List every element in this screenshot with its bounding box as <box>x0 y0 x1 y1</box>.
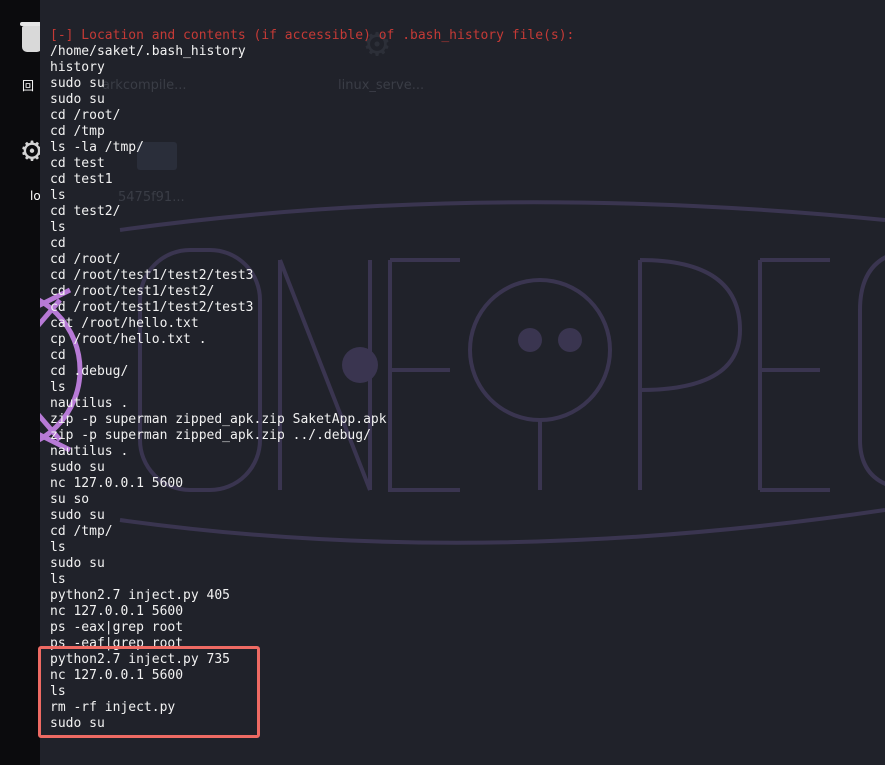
history-line: sudo su <box>50 508 105 523</box>
history-line: su so <box>50 492 90 507</box>
history-line: cd /root/ <box>50 252 121 267</box>
history-line: cat /root/hello.txt <box>50 316 199 331</box>
history-line: cd .debug/ <box>50 364 129 379</box>
history-line: cd <box>50 236 66 251</box>
history-line: ls -la /tmp/ <box>50 140 144 155</box>
desktop-strip: 回 ⚙ lo <box>0 0 44 765</box>
history-line: cd <box>50 348 66 363</box>
history-line: cd test1 <box>50 172 113 187</box>
history-line: cd /tmp <box>50 124 105 139</box>
history-line: history <box>50 60 105 75</box>
history-line: zip -p superman zipped_apk.zip SaketApp.… <box>50 412 387 427</box>
history-line: ls <box>50 380 66 395</box>
history-line: sudo su <box>50 460 105 475</box>
history-line: zip -p superman zipped_apk.zip ../.debug… <box>50 428 371 443</box>
trash-icon-label: 回 <box>22 79 35 93</box>
history-line: ls <box>50 540 66 555</box>
history-line: cd /root/ <box>50 108 121 123</box>
history-line: cd /root/test1/test2/test3 <box>50 300 254 315</box>
history-line: cd /root/test1/test2/ <box>50 284 215 299</box>
history-line: python2.7 inject.py 405 <box>50 588 231 603</box>
history-line: ls <box>50 188 66 203</box>
history-line: cd /root/test1/test2/test3 <box>50 268 254 283</box>
section-header: [-] Location and contents (if accessible… <box>50 28 575 43</box>
highlight-annotation-box <box>38 646 260 738</box>
history-line: /home/saket/.bash_history <box>50 44 246 59</box>
history-line: nautilus . <box>50 444 129 459</box>
history-line: cd test <box>50 156 105 171</box>
history-line: cd /tmp/ <box>50 524 113 539</box>
history-line: sudo su <box>50 76 105 91</box>
history-line: ls <box>50 572 66 587</box>
history-line: nautilus . <box>50 396 129 411</box>
history-line: ls <box>50 220 66 235</box>
history-line: cp /root/hello.txt . <box>50 332 207 347</box>
history-line: ps -eax|grep root <box>50 620 184 635</box>
terminal-output: [-] Location and contents (if accessible… <box>50 28 574 732</box>
history-line: cd test2/ <box>50 204 121 219</box>
history-line: nc 127.0.0.1 5600 <box>50 604 184 619</box>
history-line: nc 127.0.0.1 5600 <box>50 476 184 491</box>
history-line: sudo su <box>50 92 105 107</box>
history-line: sudo su <box>50 556 105 571</box>
